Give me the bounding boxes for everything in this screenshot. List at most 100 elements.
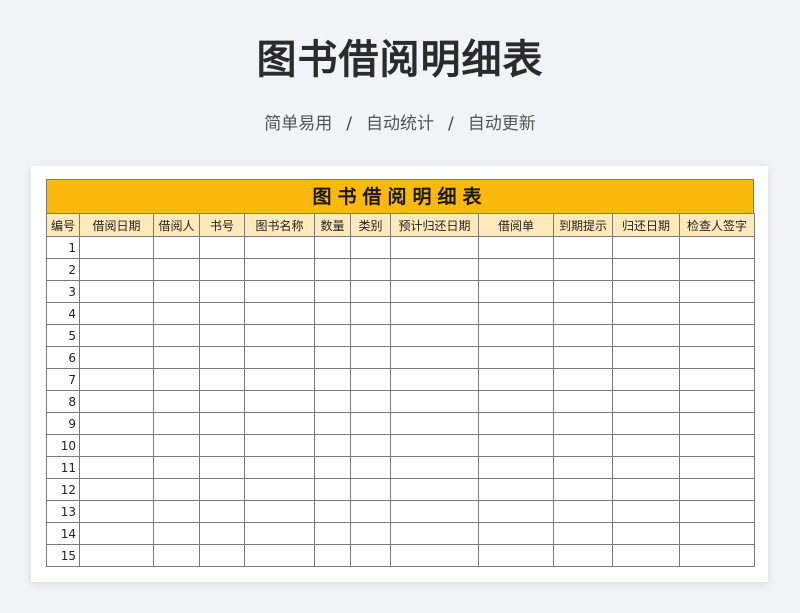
table-cell[interactable] — [553, 500, 613, 523]
table-cell[interactable] — [679, 368, 755, 391]
table-cell[interactable] — [244, 500, 315, 523]
table-cell[interactable] — [553, 302, 613, 325]
table-cell[interactable] — [79, 500, 154, 523]
table-cell[interactable] — [153, 544, 200, 567]
table-cell[interactable] — [199, 302, 245, 325]
table-cell[interactable] — [553, 522, 613, 545]
table-cell[interactable] — [314, 302, 351, 325]
table-cell[interactable] — [612, 390, 680, 413]
table-cell[interactable] — [553, 346, 613, 369]
table-cell[interactable] — [478, 346, 554, 369]
table-cell[interactable] — [612, 368, 680, 391]
table-cell[interactable] — [679, 390, 755, 413]
table-cell[interactable] — [314, 544, 351, 567]
table-cell[interactable] — [199, 280, 245, 303]
table-cell[interactable] — [612, 280, 680, 303]
table-cell[interactable] — [79, 412, 154, 435]
table-cell[interactable] — [612, 522, 680, 545]
table-cell[interactable] — [314, 368, 351, 391]
table-cell[interactable] — [679, 302, 755, 325]
table-cell[interactable] — [478, 324, 554, 347]
table-cell[interactable] — [244, 478, 315, 501]
table-cell[interactable] — [612, 434, 680, 457]
table-cell[interactable] — [79, 522, 154, 545]
table-cell[interactable] — [199, 500, 245, 523]
table-cell[interactable] — [478, 368, 554, 391]
table-cell[interactable] — [244, 346, 315, 369]
table-cell[interactable] — [79, 302, 154, 325]
table-cell[interactable] — [553, 544, 613, 567]
table-cell[interactable] — [553, 412, 613, 435]
table-cell[interactable] — [390, 236, 479, 259]
table-cell[interactable] — [679, 258, 755, 281]
table-cell[interactable] — [350, 236, 391, 259]
table-cell[interactable] — [679, 456, 755, 479]
table-cell[interactable] — [478, 456, 554, 479]
table-cell[interactable] — [390, 346, 479, 369]
table-cell[interactable] — [153, 456, 200, 479]
table-cell[interactable] — [350, 368, 391, 391]
table-cell[interactable] — [153, 346, 200, 369]
table-cell[interactable] — [199, 324, 245, 347]
table-cell[interactable] — [612, 544, 680, 567]
table-cell[interactable] — [244, 412, 315, 435]
table-cell[interactable] — [612, 346, 680, 369]
table-cell[interactable] — [199, 368, 245, 391]
table-cell[interactable] — [199, 412, 245, 435]
table-cell[interactable] — [390, 434, 479, 457]
table-cell[interactable] — [79, 324, 154, 347]
table-cell[interactable] — [390, 368, 479, 391]
table-cell[interactable] — [390, 456, 479, 479]
table-cell[interactable] — [390, 478, 479, 501]
table-cell[interactable] — [350, 258, 391, 281]
table-cell[interactable] — [553, 478, 613, 501]
table-cell[interactable] — [478, 236, 554, 259]
table-cell[interactable] — [314, 522, 351, 545]
table-cell[interactable] — [153, 434, 200, 457]
table-cell[interactable] — [553, 456, 613, 479]
table-cell[interactable] — [478, 478, 554, 501]
table-cell[interactable] — [244, 258, 315, 281]
table-cell[interactable] — [199, 258, 245, 281]
table-cell[interactable] — [478, 500, 554, 523]
table-cell[interactable] — [612, 456, 680, 479]
table-cell[interactable] — [314, 412, 351, 435]
table-cell[interactable] — [244, 390, 315, 413]
table-cell[interactable] — [679, 500, 755, 523]
table-cell[interactable] — [79, 478, 154, 501]
table-cell[interactable] — [679, 434, 755, 457]
table-cell[interactable] — [390, 324, 479, 347]
table-cell[interactable] — [153, 302, 200, 325]
table-cell[interactable] — [478, 412, 554, 435]
table-cell[interactable] — [553, 368, 613, 391]
table-cell[interactable] — [350, 456, 391, 479]
table-cell[interactable] — [199, 456, 245, 479]
table-cell[interactable] — [79, 544, 154, 567]
table-cell[interactable] — [390, 412, 479, 435]
table-cell[interactable] — [314, 258, 351, 281]
table-cell[interactable] — [153, 280, 200, 303]
table-cell[interactable] — [612, 258, 680, 281]
table-cell[interactable] — [350, 280, 391, 303]
table-cell[interactable] — [350, 302, 391, 325]
table-cell[interactable] — [612, 478, 680, 501]
table-cell[interactable] — [350, 412, 391, 435]
table-cell[interactable] — [390, 258, 479, 281]
table-cell[interactable] — [553, 280, 613, 303]
table-cell[interactable] — [390, 544, 479, 567]
table-cell[interactable] — [553, 236, 613, 259]
table-cell[interactable] — [350, 500, 391, 523]
table-cell[interactable] — [153, 478, 200, 501]
table-cell[interactable] — [478, 258, 554, 281]
table-cell[interactable] — [679, 280, 755, 303]
table-cell[interactable] — [350, 324, 391, 347]
table-cell[interactable] — [199, 478, 245, 501]
table-cell[interactable] — [153, 258, 200, 281]
table-cell[interactable] — [390, 390, 479, 413]
table-cell[interactable] — [612, 500, 680, 523]
table-cell[interactable] — [314, 346, 351, 369]
table-cell[interactable] — [199, 346, 245, 369]
table-cell[interactable] — [199, 434, 245, 457]
table-cell[interactable] — [553, 258, 613, 281]
table-cell[interactable] — [478, 302, 554, 325]
